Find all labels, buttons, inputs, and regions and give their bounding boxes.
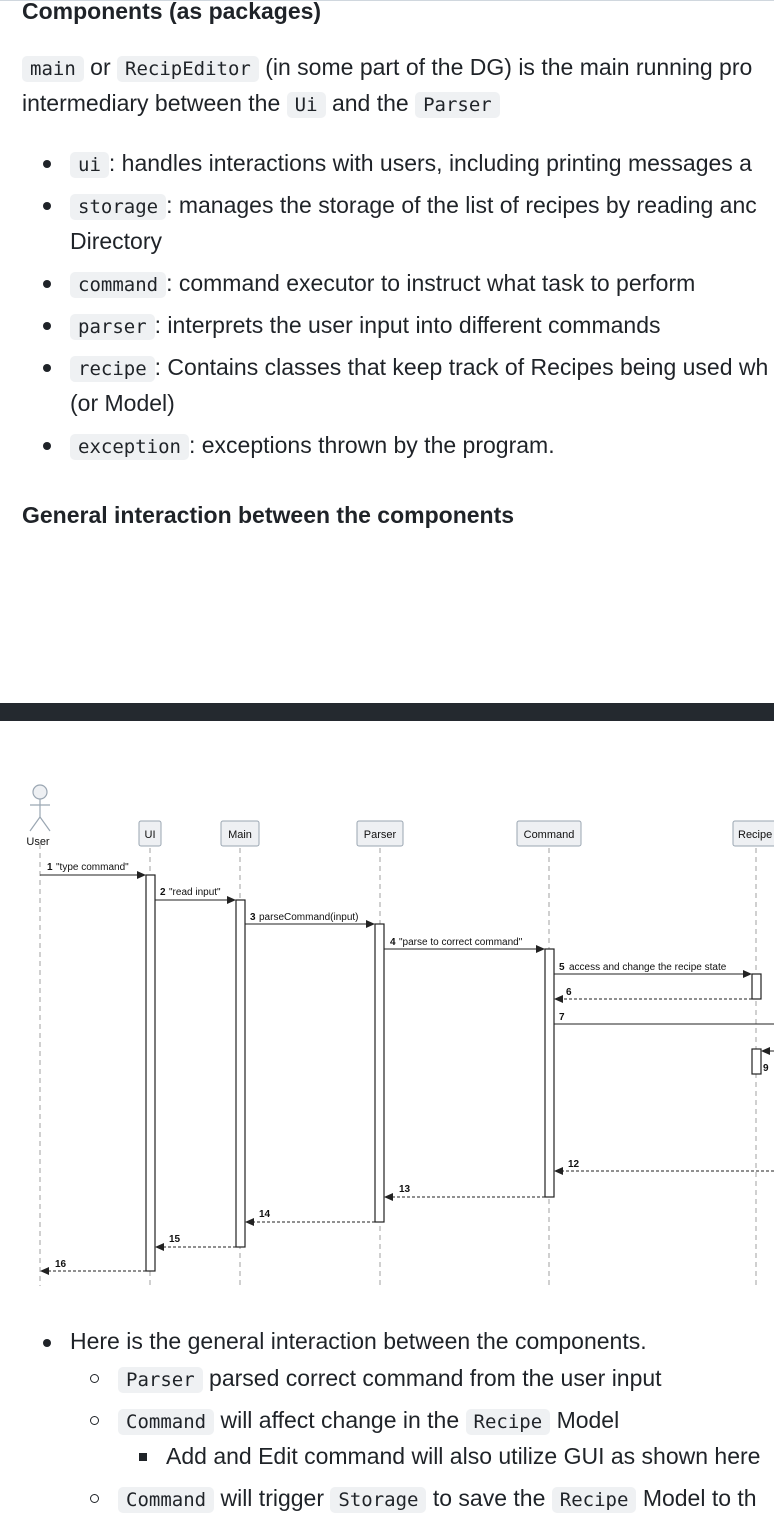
- code-main: main: [22, 56, 84, 82]
- arrow-head: [155, 1243, 164, 1251]
- activation-ui: [145, 874, 156, 1272]
- message-label: "read input": [169, 887, 221, 898]
- code-ui: Ui: [286, 92, 326, 118]
- intro-line-2: intermediary between the Ui and the Pars…: [22, 90, 500, 118]
- list-item-recipe: recipe: Contains classes that keep track…: [70, 354, 768, 382]
- list-bullet-square: [139, 1453, 147, 1461]
- arrow-head: [137, 871, 146, 879]
- list-bullet: [43, 364, 51, 372]
- list-bullet: [43, 160, 51, 168]
- list-bullet: [43, 1339, 51, 1347]
- activation-parser: [374, 923, 385, 1223]
- arrow-head: [761, 1047, 770, 1055]
- code-recipeditor: RecipEditor: [117, 56, 259, 82]
- arrow-head: [366, 920, 375, 928]
- message-label: "parse to correct command": [399, 937, 523, 948]
- user-actor-icon: [29, 784, 51, 832]
- list-bullet: [43, 442, 51, 450]
- message-number: 9: [763, 1063, 769, 1074]
- arrow-head: [536, 945, 545, 953]
- sequence-diagram: .life { stroke:#a0a0a0; stroke-width:1; …: [26, 784, 774, 1286]
- arrow-head: [554, 1167, 563, 1175]
- list-bullet-hollow: [90, 1416, 99, 1425]
- note-parser: Parser parsed correct command from the u…: [118, 1365, 662, 1393]
- list-item-exception: exception: exceptions thrown by the prog…: [70, 432, 555, 460]
- list-bullet: [43, 322, 51, 330]
- message-number: 12: [568, 1159, 580, 1170]
- participant-parser: Parser: [364, 829, 397, 841]
- arrow-head: [384, 1193, 393, 1201]
- message-number: 1: [47, 862, 53, 873]
- message-number: 13: [399, 1184, 411, 1195]
- message-label: parseCommand(input): [259, 912, 359, 923]
- note-command: Command will affect change in the Recipe…: [118, 1407, 619, 1435]
- actor-label: User: [26, 836, 50, 848]
- activation-recipe: [751, 973, 762, 1000]
- interaction-title: General interaction between the componen…: [22, 502, 515, 528]
- message-number: 15: [169, 1234, 181, 1245]
- message-number: 2: [160, 887, 166, 898]
- list-item-ui: ui: handles interactions with users, inc…: [70, 150, 752, 178]
- message-number: 5: [559, 962, 565, 973]
- message-label: "type command": [56, 862, 129, 873]
- participant-recipe: Recipe: [738, 829, 772, 841]
- list-bullet: [43, 280, 51, 288]
- list-bullet-hollow: [90, 1374, 99, 1383]
- list-item-recipe-cont: (or Model): [70, 390, 175, 416]
- arrow-head: [245, 1218, 254, 1226]
- message-number: 16: [55, 1259, 67, 1270]
- list-bullet: [43, 202, 51, 210]
- note-gui: Add and Edit command will also utilize G…: [166, 1443, 761, 1469]
- code-parser: Parser: [415, 92, 500, 118]
- activation-recipe: [751, 1048, 762, 1075]
- participant-main: Main: [228, 829, 252, 841]
- arrow-head: [40, 1267, 49, 1275]
- message-number: 14: [259, 1209, 271, 1220]
- arrow-head: [227, 896, 236, 904]
- horizontal-scrollbar[interactable]: [0, 703, 774, 721]
- message-number: 4: [390, 937, 396, 948]
- list-item-command: command: command executor to instruct wh…: [70, 270, 695, 298]
- message-label: access and change the recipe state: [569, 962, 727, 973]
- note-main: Here is the general interaction between …: [70, 1328, 647, 1354]
- list-item-parser: parser: interprets the user input into d…: [70, 312, 660, 340]
- note-storage: Command will trigger Storage to save the…: [118, 1485, 757, 1513]
- message-number: 3: [250, 912, 256, 923]
- section-title: Components (as packages): [22, 0, 322, 24]
- participant-ui: UI: [145, 829, 156, 841]
- list-item-storage: storage: manages the storage of the list…: [70, 192, 757, 220]
- arrow-head: [743, 970, 752, 978]
- message-number: 7: [559, 1012, 565, 1023]
- list-item-storage-cont: Directory: [70, 228, 163, 254]
- participant-command: Command: [524, 829, 575, 841]
- list-bullet-hollow: [90, 1494, 99, 1503]
- message-number: 6: [566, 987, 572, 998]
- activation-command: [544, 948, 555, 1198]
- arrow-head: [554, 995, 563, 1003]
- intro-line-1: main or RecipEditor (in some part of the…: [22, 54, 752, 82]
- activation-main: [235, 899, 246, 1248]
